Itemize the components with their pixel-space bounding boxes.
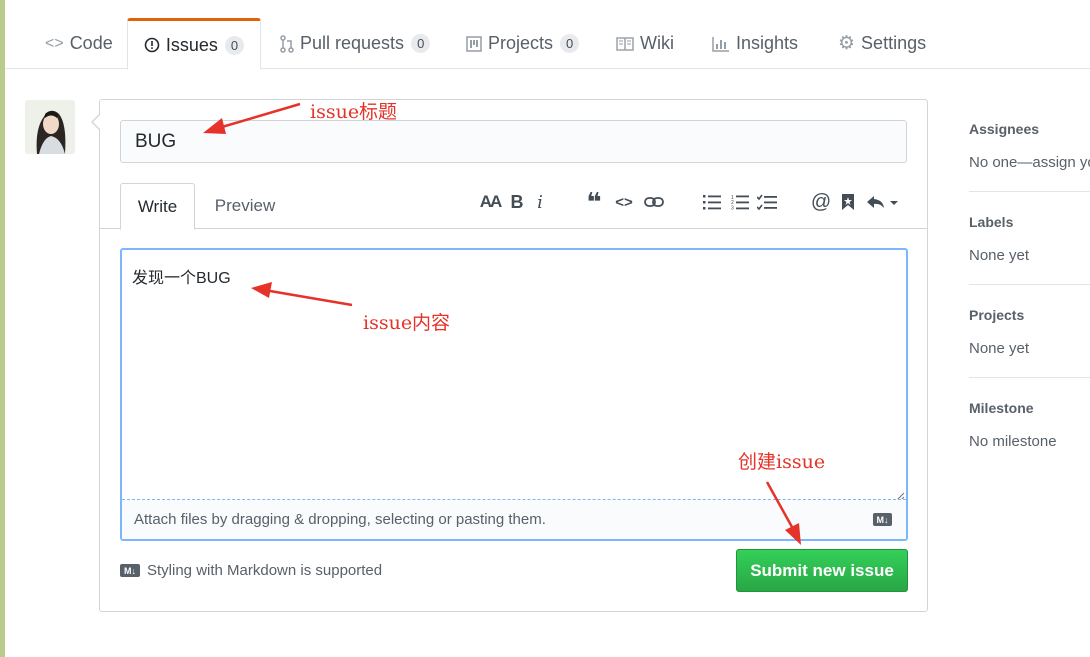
git-pull-request-icon (280, 34, 294, 53)
avatar[interactable] (25, 100, 75, 154)
gear-icon: ⚙ (838, 33, 856, 54)
bookmark-icon[interactable] (840, 191, 856, 213)
issues-count-badge: 0 (224, 35, 245, 55)
tab-code-label: Code (69, 33, 113, 53)
tab-issues[interactable]: Issues 0 (127, 18, 261, 70)
sidebar-projects[interactable]: Projects None yet (969, 307, 1090, 357)
labels-value: None yet (969, 247, 1030, 264)
svg-text:3: 3 (731, 206, 734, 211)
tab-pull-requests-label: Pull requests (300, 33, 405, 53)
markdown-support-note: M↓ Styling with Markdown is supported (120, 562, 382, 579)
issue-title-value: BUG (135, 130, 177, 152)
milestone-heading: Milestone (969, 400, 1034, 416)
attach-files-text: Attach files by dragging & dropping, sel… (134, 511, 546, 528)
project-icon (466, 35, 482, 52)
reply-dropdown-icon[interactable] (866, 191, 900, 213)
annotation-create-issue: 创建issue (738, 451, 826, 473)
annotation-issue-title: issue标题 (310, 101, 398, 123)
tab-write[interactable]: Write (120, 183, 195, 230)
tab-settings-label: Settings (861, 33, 927, 53)
assignees-heading: Assignees (969, 121, 1040, 137)
code-icon[interactable]: <> (614, 191, 634, 213)
tab-wiki-label: Wiki (640, 33, 674, 53)
ordered-list-icon[interactable]: 123 (730, 191, 750, 213)
tab-issues-label: Issues (165, 34, 218, 55)
left-edge-strip (0, 0, 5, 657)
sidebar-divider (969, 191, 1090, 192)
sidebar-labels[interactable]: Labels None yet (969, 214, 1090, 264)
tab-code[interactable]: <> Code (39, 18, 119, 69)
tab-wiki[interactable]: Wiki (610, 18, 680, 69)
projects-heading: Projects (969, 307, 1025, 323)
tab-insights-label: Insights (736, 33, 799, 53)
link-icon[interactable] (643, 191, 665, 213)
graph-icon (712, 36, 730, 52)
task-list-icon[interactable] (756, 191, 778, 213)
sidebar-milestone[interactable]: Milestone No milestone (969, 400, 1090, 450)
header-text-icon[interactable]: AA (478, 191, 503, 213)
tab-insights[interactable]: Insights (706, 18, 804, 69)
bold-icon[interactable]: B (510, 191, 524, 213)
resize-handle-icon[interactable] (895, 488, 905, 501)
attach-files-bar[interactable]: Attach files by dragging & dropping, sel… (122, 499, 906, 539)
markdown-icon: M↓ (120, 564, 140, 577)
sidebar-divider (969, 284, 1090, 285)
sidebar-assignees[interactable]: Assignees No one—assign yourself (969, 121, 1090, 171)
issue-title-input[interactable]: BUG (120, 120, 907, 163)
tab-pull-requests[interactable]: Pull requests 0 (274, 18, 436, 69)
unordered-list-icon[interactable] (702, 191, 722, 213)
annotation-issue-body: issue内容 (363, 312, 451, 334)
italic-icon[interactable]: i (534, 191, 546, 213)
book-icon (616, 36, 634, 51)
sidebar-divider (969, 377, 1090, 378)
issue-body-textarea[interactable]: 发现一个BUG Attach files by dragging & dropp… (120, 248, 908, 541)
repo-tab-nav: <> Code Issues 0 Pull requests 0 Project… (5, 0, 1090, 70)
projects-value: None yet (969, 340, 1030, 357)
issue-body-value: 发现一个BUG (132, 270, 231, 287)
issue-opened-icon (144, 37, 160, 53)
quote-icon[interactable]: ❝ (583, 187, 605, 217)
markdown-support-link[interactable]: Styling with Markdown is supported (147, 562, 382, 579)
code-icon: <> (45, 34, 64, 52)
pull-requests-count-badge: 0 (411, 34, 431, 53)
labels-heading: Labels (969, 214, 1014, 230)
markdown-icon: M↓ (873, 513, 892, 526)
tab-projects[interactable]: Projects 0 (460, 18, 585, 69)
tab-projects-label: Projects (488, 33, 554, 53)
new-issue-form: BUG Write Preview AA B i ❝ <> 123 @ 发现一个… (91, 99, 928, 612)
tab-preview[interactable]: Preview (205, 183, 285, 229)
tab-settings[interactable]: ⚙ Settings (832, 18, 932, 69)
submit-new-issue-button[interactable]: Submit new issue (736, 549, 908, 592)
assignees-value[interactable]: No one—assign yourself (969, 154, 1090, 171)
projects-count-badge: 0 (560, 34, 580, 53)
milestone-value: No milestone (969, 433, 1057, 450)
mention-icon[interactable]: @ (810, 191, 832, 213)
